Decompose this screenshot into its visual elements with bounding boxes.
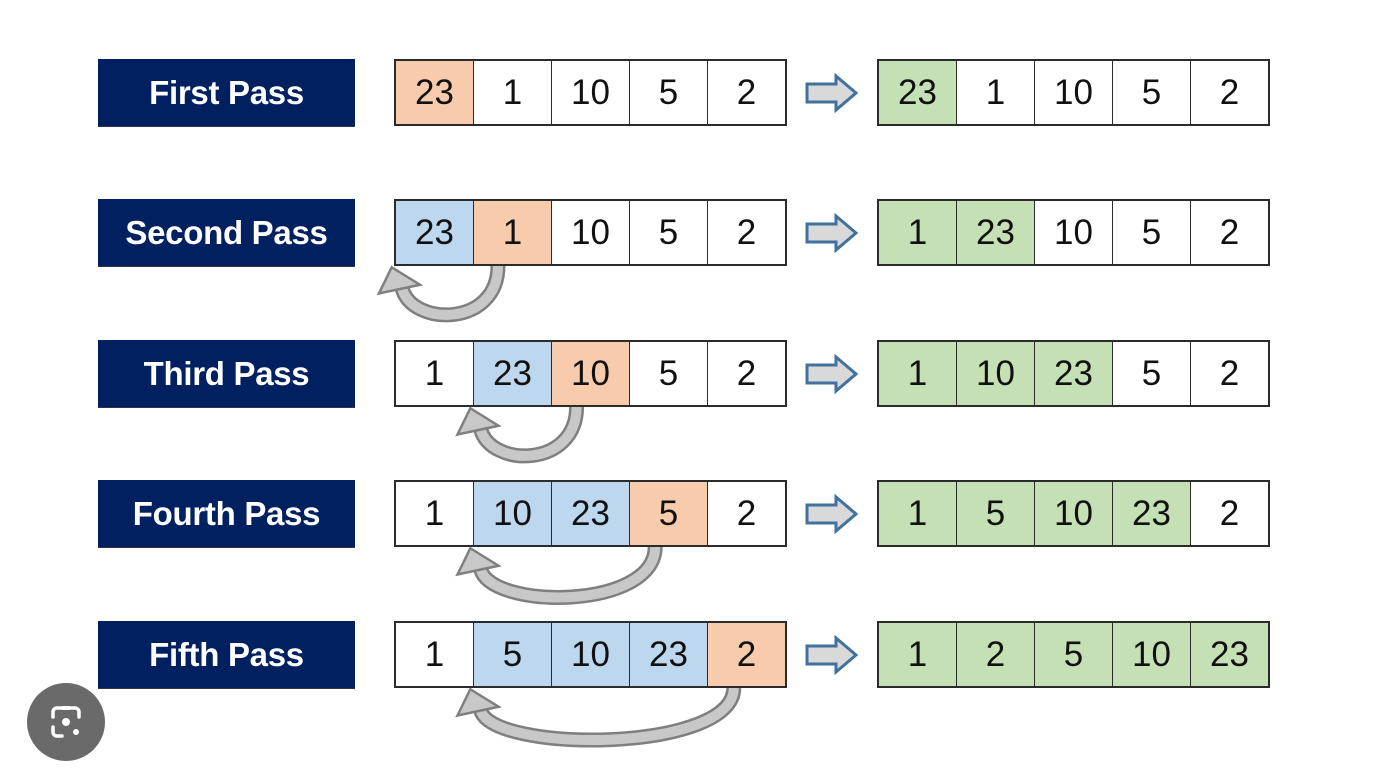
move-arrow (455, 406, 585, 464)
right-arrow-icon (805, 213, 859, 253)
array-before: 1 23 10 5 2 (394, 340, 787, 407)
google-lens-button[interactable] (27, 683, 105, 761)
array-after: 1 23 10 5 2 (877, 199, 1270, 266)
array-before: 1 5 10 23 2 (394, 621, 787, 688)
array-before: 23 1 10 5 2 (394, 199, 787, 266)
array-cell: 2 (1191, 61, 1268, 124)
pass-label: Second Pass (98, 199, 355, 266)
google-lens-icon (51, 706, 81, 738)
array-cell: 23 (396, 201, 474, 264)
array-cell: 5 (1113, 342, 1191, 405)
array-cell: 5 (1113, 61, 1191, 124)
array-cell: 10 (552, 201, 630, 264)
array-cell: 5 (630, 201, 708, 264)
array-cell: 1 (474, 201, 552, 264)
array-after: 1 10 23 5 2 (877, 340, 1270, 407)
array-cell: 5 (630, 342, 708, 405)
array-cell: 5 (630, 61, 708, 124)
array-cell: 23 (1191, 623, 1268, 686)
array-cell: 2 (708, 342, 785, 405)
array-cell: 10 (1113, 623, 1191, 686)
array-cell: 1 (879, 342, 957, 405)
array-before: 1 10 23 5 2 (394, 480, 787, 547)
array-cell: 2 (708, 623, 785, 686)
array-cell: 23 (1035, 342, 1113, 405)
array-cell: 10 (957, 342, 1035, 405)
array-cell: 10 (552, 342, 630, 405)
array-cell: 10 (552, 61, 630, 124)
move-arrow (455, 546, 663, 605)
array-cell: 5 (957, 482, 1035, 545)
array-cell: 10 (1035, 61, 1113, 124)
array-after: 1 2 5 10 23 (877, 621, 1270, 688)
pass-row: Fifth Pass 1 5 10 23 2 1 2 5 10 23 (0, 621, 1376, 689)
pass-row: Third Pass 1 23 10 5 2 1 10 23 5 2 (0, 340, 1376, 408)
array-cell: 23 (630, 623, 708, 686)
array-cell: 2 (1191, 201, 1268, 264)
move-arrow (376, 265, 506, 323)
array-cell: 23 (552, 482, 630, 545)
array-cell: 5 (1035, 623, 1113, 686)
array-cell: 10 (1035, 201, 1113, 264)
pass-row: First Pass 23 1 10 5 2 23 1 10 5 2 (0, 59, 1376, 127)
right-arrow-icon (805, 354, 859, 394)
right-arrow-icon (805, 494, 859, 534)
array-cell: 23 (879, 61, 957, 124)
pass-row: Second Pass 23 1 10 5 2 1 23 10 5 2 (0, 199, 1376, 267)
array-after: 1 5 10 23 2 (877, 480, 1270, 547)
array-cell: 5 (474, 623, 552, 686)
array-cell: 1 (396, 482, 474, 545)
move-arrow (455, 686, 742, 748)
array-cell: 2 (957, 623, 1035, 686)
array-cell: 10 (474, 482, 552, 545)
array-cell: 10 (1035, 482, 1113, 545)
array-cell: 2 (708, 482, 785, 545)
array-cell: 1 (957, 61, 1035, 124)
array-cell: 1 (474, 61, 552, 124)
array-cell: 2 (1191, 342, 1268, 405)
array-cell: 1 (879, 623, 957, 686)
pass-label: Fifth Pass (98, 621, 355, 688)
pass-label: Fourth Pass (98, 480, 355, 547)
array-cell: 5 (630, 482, 708, 545)
array-cell: 1 (396, 342, 474, 405)
pass-label: Third Pass (98, 340, 355, 407)
array-cell: 23 (474, 342, 552, 405)
array-before: 23 1 10 5 2 (394, 59, 787, 126)
array-cell: 10 (552, 623, 630, 686)
array-cell: 5 (1113, 201, 1191, 264)
pass-row: Fourth Pass 1 10 23 5 2 1 5 10 23 2 (0, 480, 1376, 548)
array-cell: 23 (1113, 482, 1191, 545)
array-cell: 2 (708, 201, 785, 264)
array-cell: 2 (708, 61, 785, 124)
array-cell: 2 (1191, 482, 1268, 545)
right-arrow-icon (805, 635, 859, 675)
right-arrow-icon (805, 73, 859, 113)
array-after: 23 1 10 5 2 (877, 59, 1270, 126)
array-cell: 23 (396, 61, 474, 124)
array-cell: 23 (957, 201, 1035, 264)
array-cell: 1 (879, 201, 957, 264)
array-cell: 1 (396, 623, 474, 686)
array-cell: 1 (879, 482, 957, 545)
pass-label: First Pass (98, 59, 355, 126)
